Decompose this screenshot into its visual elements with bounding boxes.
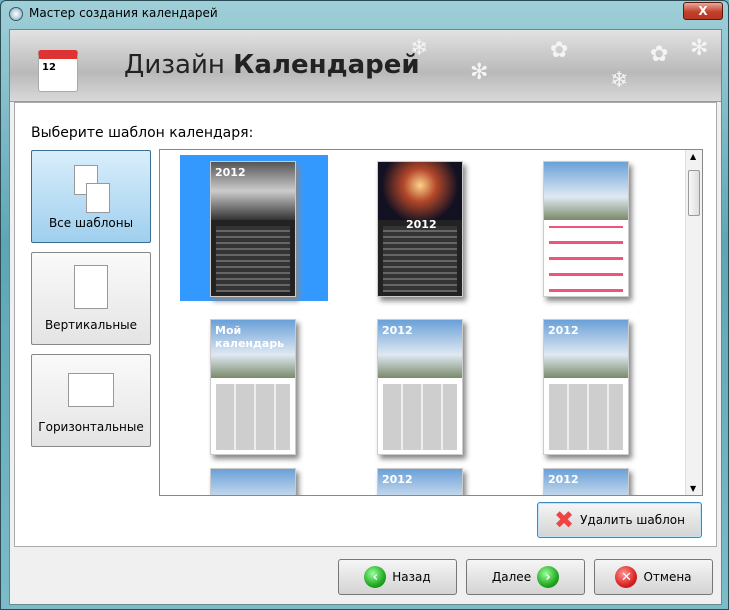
- calendar-icon: 12: [38, 50, 78, 92]
- snowflake-icon: ❄: [610, 68, 629, 93]
- calendar-preview: 2012: [210, 161, 296, 297]
- snowflake-icon: ✿: [550, 38, 569, 63]
- window-title: Мастер создания календарей: [29, 6, 218, 20]
- cancel-label: Отмена: [643, 570, 692, 584]
- calendar-preview: 2012: [377, 161, 463, 297]
- category-vertical[interactable]: Вертикальные: [31, 252, 151, 345]
- preview-caption: 2012: [548, 324, 579, 337]
- template-thumbnail[interactable]: 2012: [513, 462, 661, 495]
- portrait-page-icon: [74, 265, 108, 309]
- delete-label: Удалить шаблон: [580, 513, 685, 527]
- title-light: Дизайн: [124, 50, 225, 80]
- content-panel: Выберите шаблон календаря: Все шаблоны В…: [14, 102, 717, 547]
- calendar-preview: 2012: [543, 319, 629, 455]
- snowflake-icon: ✻: [690, 36, 709, 61]
- preview-photo: [378, 162, 462, 220]
- wizard-window: Мастер создания календарей X ❄ ✻ ✿ ❄ ✿ ✻…: [0, 0, 729, 610]
- delete-x-icon: ✖: [553, 506, 575, 534]
- client-area: ❄ ✻ ✿ ❄ ✿ ✻ 12 Дизайн Календарей Выберит…: [9, 29, 722, 605]
- scroll-thumb[interactable]: [688, 170, 700, 216]
- preview-caption: 2012: [548, 473, 579, 486]
- month-grid: [383, 226, 457, 292]
- template-thumbnail[interactable]: 2012: [347, 155, 495, 301]
- calendar-preview: [543, 161, 629, 297]
- month-grid: [216, 384, 290, 450]
- app-icon: [9, 7, 23, 21]
- template-thumbnail[interactable]: 2012: [347, 313, 495, 459]
- preview-photo: [211, 469, 295, 495]
- calendar-preview: [210, 468, 296, 495]
- documents-icon: [86, 183, 110, 213]
- calendar-preview: 2012: [377, 468, 463, 495]
- calendar-preview: Мой календарь: [210, 319, 296, 455]
- next-button[interactable]: Далее ›: [466, 559, 585, 595]
- title-bold: Календарей: [233, 50, 420, 80]
- arrow-left-icon: ‹: [364, 566, 387, 588]
- prompt-label: Выберите шаблон календаря:: [31, 125, 254, 141]
- calendar-preview: 2012: [377, 319, 463, 455]
- month-grid: [216, 226, 290, 292]
- delete-template-button[interactable]: ✖ Удалить шаблон: [537, 502, 702, 538]
- category-label: Все шаблоны: [48, 216, 134, 230]
- close-button[interactable]: X: [683, 2, 723, 20]
- template-list[interactable]: 2012 2012 2012 2012 Мой календарь 2012 2012 ▲ …: [159, 149, 703, 496]
- page-title: Дизайн Календарей: [124, 50, 420, 80]
- preview-caption: 2012: [382, 473, 413, 486]
- template-thumbnail[interactable]: 2012: [180, 155, 328, 301]
- template-thumbnail[interactable]: [180, 462, 328, 495]
- preview-caption: 2012: [382, 324, 413, 337]
- preview-caption: 2012: [215, 166, 246, 179]
- back-label: Назад: [392, 570, 431, 584]
- preview-caption: Мой календарь: [215, 324, 285, 350]
- preview-caption: 2012: [406, 218, 437, 231]
- landscape-page-icon: [68, 373, 114, 407]
- next-label: Далее: [491, 570, 532, 584]
- calendar-preview: 2012: [543, 468, 629, 495]
- category-label: Горизонтальные: [38, 420, 144, 434]
- back-button[interactable]: ‹ Назад: [338, 559, 457, 595]
- month-grid: [549, 226, 623, 292]
- template-thumbnail[interactable]: 2012: [513, 313, 661, 459]
- template-thumbnail[interactable]: Мой календарь: [180, 313, 328, 459]
- preview-photo: [544, 162, 628, 220]
- scroll-up-arrow[interactable]: ▲: [690, 152, 696, 161]
- month-grid: [383, 384, 457, 450]
- cancel-button[interactable]: ✕ Отмена: [594, 559, 713, 595]
- scroll-down-arrow[interactable]: ▼: [690, 484, 696, 493]
- arrow-right-icon: ›: [537, 566, 560, 588]
- snowflake-icon: ✿: [650, 42, 669, 67]
- template-thumbnail[interactable]: 2012: [347, 462, 495, 495]
- vertical-scrollbar[interactable]: ▲ ▼: [685, 150, 702, 495]
- template-thumbnail[interactable]: [513, 155, 661, 301]
- month-grid: [549, 384, 623, 450]
- category-all-templates[interactable]: Все шаблоны: [31, 150, 151, 243]
- header-banner: ❄ ✻ ✿ ❄ ✿ ✻ 12 Дизайн Календарей: [10, 30, 721, 102]
- category-label: Вертикальные: [44, 318, 138, 332]
- cancel-x-icon: ✕: [615, 566, 638, 588]
- snowflake-icon: ✻: [470, 60, 489, 85]
- category-horizontal[interactable]: Горизонтальные: [31, 354, 151, 447]
